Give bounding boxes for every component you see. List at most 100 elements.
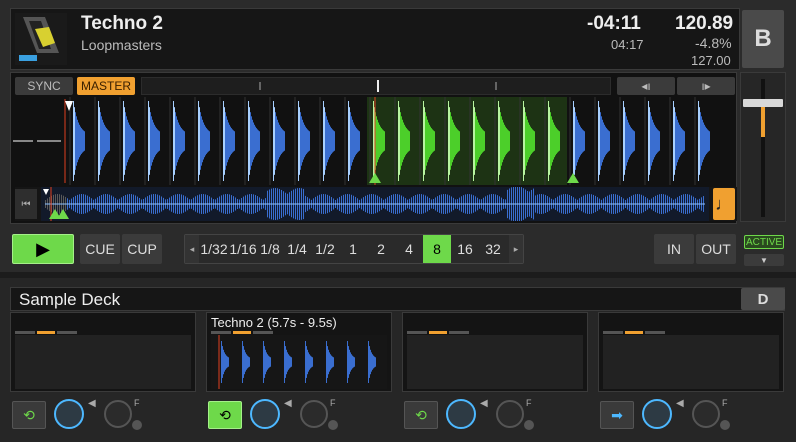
deck-letter-button[interactable]: D: [741, 288, 785, 310]
time-elapsed: 04:17: [611, 37, 644, 52]
loop-size-1-16[interactable]: 1/16: [229, 235, 257, 263]
fx-label: F: [330, 398, 336, 408]
fx-toggle[interactable]: [720, 420, 730, 430]
time-remaining: -04:11: [587, 13, 641, 34]
deck-letter-button[interactable]: B: [742, 10, 784, 68]
slot-indicator: [645, 331, 665, 334]
volume-knob[interactable]: [54, 399, 84, 429]
loop-size-1[interactable]: 1: [339, 235, 367, 263]
sample-waveform: [15, 335, 191, 389]
tempo-bpm: 120.89: [675, 13, 734, 34]
sample-slot-controls: ⟲ ◀ F: [10, 398, 196, 432]
sample-slot-controls: ⟲ ◀ F: [402, 398, 588, 432]
sample-waveform: [407, 335, 583, 389]
slot-play-mode-button[interactable]: ➡: [600, 401, 634, 429]
slot-indicator: [449, 331, 469, 334]
loop-in-button[interactable]: IN: [654, 234, 694, 264]
loop-size-1-32[interactable]: 1/32: [199, 235, 229, 263]
sample-waveform: [211, 335, 387, 389]
pitch-percent: -4.8%: [695, 35, 732, 51]
sample-deck: Sample Deck D Techno 2 (5.7s - 9.5s) ⟲ ◀ F…: [0, 278, 796, 442]
filter-knob[interactable]: [104, 400, 132, 428]
loop-out-button[interactable]: OUT: [696, 234, 736, 264]
slot-indicator: [429, 331, 447, 334]
sample-deck-title: Sample Deck: [19, 290, 121, 309]
slot-indicator: [211, 331, 231, 334]
cue-button[interactable]: CUE: [80, 234, 120, 264]
filter-knob[interactable]: [692, 400, 720, 428]
main-waveform[interactable]: [11, 97, 736, 185]
sample-slot-4[interactable]: [598, 312, 784, 392]
speaker-icon: ◀: [88, 398, 96, 409]
filter-knob[interactable]: [496, 400, 524, 428]
filter-knob[interactable]: [300, 400, 328, 428]
tempo-fader-handle[interactable]: [743, 99, 783, 107]
speaker-icon: ◀: [676, 398, 684, 409]
beat-ruler[interactable]: [141, 77, 611, 95]
loop-size-1-4[interactable]: 1/4: [283, 235, 311, 263]
play-button[interactable]: ▶: [12, 234, 74, 264]
speaker-icon: ◀: [480, 398, 488, 409]
fx-toggle[interactable]: [132, 420, 142, 430]
loop-icon: ⟲: [23, 406, 35, 423]
loop-size-2[interactable]: 2: [367, 235, 395, 263]
sample-slot-1[interactable]: [10, 312, 196, 392]
loop-size-8[interactable]: 8: [423, 235, 451, 263]
track-artist: Loopmasters: [81, 37, 162, 53]
loop-size-4[interactable]: 4: [395, 235, 423, 263]
loop-size-32[interactable]: 32: [479, 235, 507, 263]
cup-button[interactable]: CUP: [122, 234, 162, 264]
slot-indicator: [15, 331, 35, 334]
nudge-forward-icon: ı▸: [701, 79, 711, 93]
loop-prev-icon[interactable]: ◂: [185, 235, 199, 263]
fx-toggle[interactable]: [328, 420, 338, 430]
chevron-down-icon: ▼: [760, 255, 768, 265]
volume-knob[interactable]: [642, 399, 672, 429]
fx-label: F: [526, 398, 532, 408]
slot-indicator: [233, 331, 251, 334]
transport-bar: ▶ CUE CUP ◂ 1/32 1/16 1/8 1/4 1/2 1 2 4 8 16 32 ▸ …: [0, 228, 796, 272]
master-button[interactable]: MASTER: [77, 77, 135, 95]
loop-size-1-8[interactable]: 1/8: [257, 235, 283, 263]
nudge-back-icon: ◂ı: [641, 79, 651, 93]
waveform-panel: SYNC MASTER ◂ı ı▸ ⏮ ♩: [10, 72, 737, 224]
loop-next-icon[interactable]: ▸: [509, 235, 523, 263]
play-icon: ▶: [36, 238, 50, 259]
slot-play-mode-button[interactable]: ⟲: [12, 401, 46, 429]
slot-indicator: [37, 331, 55, 334]
sample-slot-name: Techno 2 (5.7s - 9.5s): [211, 315, 337, 330]
sample-waveform: [603, 335, 779, 389]
speaker-icon: ◀: [284, 398, 292, 409]
deck-b: Techno 2 Loopmasters -04:11 04:17 120.89…: [0, 0, 796, 272]
tempo-fader[interactable]: [740, 72, 786, 222]
nudge-back-button[interactable]: ◂ı: [617, 77, 675, 95]
nudge-forward-button[interactable]: ı▸: [677, 77, 735, 95]
volume-knob[interactable]: [446, 399, 476, 429]
loop-icon: ⟲: [219, 406, 231, 423]
slot-indicator: [407, 331, 427, 334]
volume-knob[interactable]: [250, 399, 280, 429]
original-bpm: 127.00: [691, 53, 731, 68]
sample-deck-header: Sample Deck D: [10, 287, 785, 311]
fx-toggle[interactable]: [524, 420, 534, 430]
slot-play-mode-button[interactable]: ⟲: [404, 401, 438, 429]
track-header: Techno 2 Loopmasters -04:11 04:17 120.89…: [10, 8, 740, 70]
loop-size-16[interactable]: 16: [451, 235, 479, 263]
sync-button[interactable]: SYNC: [15, 77, 73, 95]
fx-label: F: [134, 398, 140, 408]
sample-slot-controls: ➡ ◀ F: [598, 398, 784, 432]
sample-slot-2[interactable]: Techno 2 (5.7s - 9.5s): [206, 312, 392, 392]
active-button[interactable]: ACTIVE: [744, 235, 784, 249]
music-note-icon[interactable]: ♩: [713, 188, 735, 220]
collapse-button[interactable]: ▼: [744, 254, 784, 266]
loop-size-1-2[interactable]: 1/2: [311, 235, 339, 263]
sample-slot-3[interactable]: [402, 312, 588, 392]
loop-size-selector: ◂ 1/32 1/16 1/8 1/4 1/2 1 2 4 8 16 32 ▸: [184, 234, 524, 264]
track-title: Techno 2: [81, 13, 163, 34]
skip-start-icon[interactable]: ⏮: [15, 189, 37, 219]
slot-indicator: [625, 331, 643, 334]
track-overview[interactable]: ⏮ ♩: [15, 187, 737, 221]
cover-art: [15, 13, 67, 65]
slot-play-mode-button[interactable]: ⟲: [208, 401, 242, 429]
fx-label: F: [722, 398, 728, 408]
